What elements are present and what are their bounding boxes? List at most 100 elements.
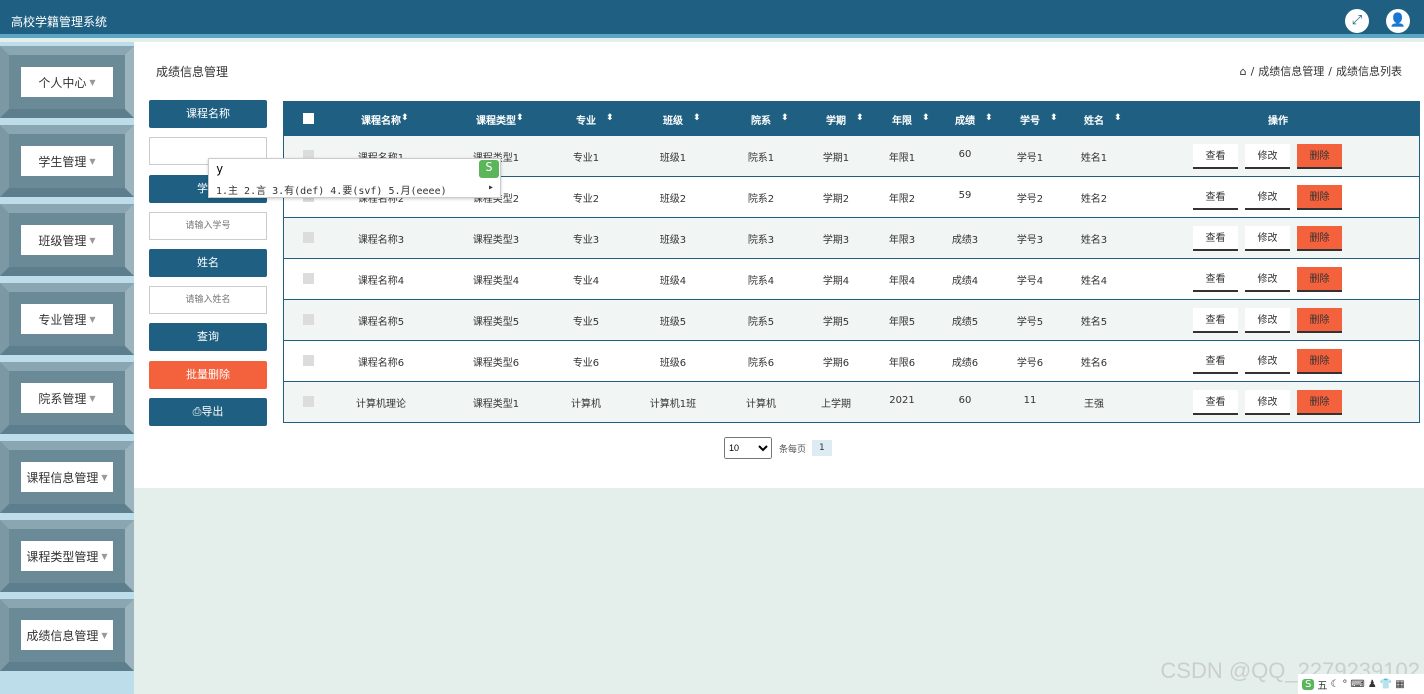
- sidebar-item-classes[interactable]: 班级管理 ▼: [0, 204, 134, 276]
- keyboard-icon[interactable]: ⌨: [1350, 679, 1364, 690]
- student-no-input[interactable]: [149, 212, 267, 240]
- delete-button[interactable]: 删除: [1297, 267, 1342, 292]
- table-cell: 计算机1班: [649, 399, 697, 410]
- table-cell: 课程类型5: [472, 317, 520, 328]
- view-button[interactable]: 查看: [1193, 267, 1238, 292]
- select-all-checkbox[interactable]: [303, 113, 314, 124]
- ime-mode[interactable]: 五: [1317, 677, 1327, 692]
- column-header[interactable]: 班级: [628, 112, 718, 127]
- view-button[interactable]: 查看: [1193, 308, 1238, 333]
- view-button[interactable]: 查看: [1193, 226, 1238, 251]
- column-header[interactable]: 专业: [541, 112, 631, 127]
- fullscreen-icon[interactable]: ⤢: [1345, 9, 1369, 33]
- punctuation-icon[interactable]: °: [1342, 679, 1347, 690]
- view-button[interactable]: 查看: [1193, 349, 1238, 374]
- batch-delete-button[interactable]: 批量删除: [149, 361, 267, 389]
- table-cell: 王强: [1084, 399, 1104, 410]
- user-icon[interactable]: ♟: [1368, 679, 1377, 690]
- delete-button[interactable]: 删除: [1297, 185, 1342, 210]
- edit-button[interactable]: 修改: [1245, 267, 1290, 292]
- export-button[interactable]: ⎙导出: [149, 398, 267, 426]
- sidebar-item-grades[interactable]: 成绩信息管理 ▼: [0, 599, 134, 671]
- sidebar-item-profile[interactable]: 个人中心 ▼: [0, 46, 134, 118]
- sort-icon[interactable]: ⬍: [1114, 113, 1122, 123]
- view-button[interactable]: 查看: [1193, 390, 1238, 415]
- per-page-label: 条每页: [779, 444, 807, 455]
- table-row: 课程名称3 课程类型3 专业3 班级3 院系3 学期3 年限3 成绩3 学号3 姓名3 查看 修改 删除: [284, 217, 1419, 258]
- ime-candidate-popup: y 1.主 2.言 3.有(def) 4.要(svf) 5.月(eeee) ▸ …: [208, 158, 501, 198]
- edit-button[interactable]: 修改: [1245, 390, 1290, 415]
- view-button[interactable]: 查看: [1193, 144, 1238, 169]
- view-button[interactable]: 查看: [1193, 185, 1238, 210]
- row-checkbox[interactable]: [303, 232, 314, 243]
- chevron-down-icon: ▼: [89, 77, 96, 87]
- row-checkbox[interactable]: [303, 273, 314, 284]
- page-title: 成绩信息管理: [156, 65, 229, 79]
- table-cell: 班级4: [659, 276, 687, 287]
- sort-icon[interactable]: ⬍: [401, 113, 409, 123]
- moon-icon[interactable]: ☾: [1330, 679, 1339, 690]
- table-cell: 姓名4: [1080, 276, 1108, 287]
- chevron-down-icon: ▼: [89, 156, 96, 166]
- delete-button[interactable]: 删除: [1297, 144, 1342, 169]
- ime-logo-icon[interactable]: S: [1302, 678, 1315, 690]
- table-cell: 专业2: [572, 194, 600, 205]
- sidebar-item-courses[interactable]: 课程信息管理 ▼: [0, 441, 134, 513]
- table-cell: 专业5: [572, 317, 600, 328]
- table-cell: 班级1: [659, 153, 687, 164]
- table-cell: 姓名2: [1080, 194, 1108, 205]
- user-icon[interactable]: 👤: [1386, 9, 1410, 33]
- sidebar-item-departments[interactable]: 院系管理 ▼: [0, 362, 134, 434]
- table-cell: 姓名5: [1080, 317, 1108, 328]
- column-header[interactable]: 姓名: [1049, 112, 1139, 127]
- table-cell: 课程类型1: [472, 399, 520, 410]
- sort-icon[interactable]: ⬍: [606, 113, 614, 123]
- sort-icon[interactable]: ⬍: [693, 113, 701, 123]
- row-checkbox[interactable]: [303, 396, 314, 407]
- name-label: 姓名: [149, 249, 267, 277]
- row-checkbox[interactable]: [303, 314, 314, 325]
- ime-input-text: y: [216, 162, 224, 176]
- table-cell: 姓名6: [1080, 358, 1108, 369]
- sidebar-item-course-types[interactable]: 课程类型管理 ▼: [0, 520, 134, 592]
- table-cell: 计算机理论: [356, 399, 406, 410]
- page-number[interactable]: 1: [812, 440, 832, 456]
- row-checkbox[interactable]: [303, 355, 314, 366]
- sort-icon[interactable]: ⬍: [516, 113, 524, 123]
- table-cell: 课程名称4: [357, 276, 405, 287]
- edit-button[interactable]: 修改: [1245, 226, 1290, 251]
- table-cell: 课程类型3: [472, 235, 520, 246]
- grid-icon[interactable]: ▦: [1395, 679, 1404, 690]
- delete-button[interactable]: 删除: [1297, 390, 1342, 415]
- table-cell: 专业3: [572, 235, 600, 246]
- sort-icon[interactable]: ⬍: [781, 113, 789, 123]
- column-header[interactable]: 课程类型: [451, 112, 541, 127]
- chevron-down-icon: ▼: [89, 235, 96, 245]
- sidebar-item-label: 个人中心: [38, 75, 87, 90]
- edit-button[interactable]: 修改: [1245, 144, 1290, 169]
- sidebar-item-label: 学生管理: [38, 154, 87, 169]
- next-page-icon[interactable]: ▸: [488, 182, 494, 193]
- search-button[interactable]: 查询: [149, 323, 267, 351]
- edit-button[interactable]: 修改: [1245, 185, 1290, 210]
- delete-button[interactable]: 删除: [1297, 226, 1342, 251]
- page-size-select[interactable]: 10: [724, 437, 772, 459]
- edit-button[interactable]: 修改: [1245, 308, 1290, 333]
- edit-button[interactable]: 修改: [1245, 349, 1290, 374]
- breadcrumb-item[interactable]: 成绩信息管理: [1258, 63, 1324, 79]
- chevron-down-icon: ▼: [101, 630, 108, 640]
- sidebar-item-majors[interactable]: 专业管理 ▼: [0, 283, 134, 355]
- ime-candidates[interactable]: 1.主 2.言 3.有(def) 4.要(svf) 5.月(eeee): [216, 182, 447, 197]
- column-header[interactable]: 课程名称: [336, 112, 426, 127]
- grades-table: 课程名称⬍课程类型⬍专业⬍班级⬍院系⬍学期⬍年限⬍成绩⬍学号⬍姓名⬍操作 课程名…: [283, 101, 1420, 423]
- home-icon[interactable]: ⌂: [1240, 65, 1247, 78]
- sidebar-item-students[interactable]: 学生管理 ▼: [0, 125, 134, 197]
- delete-button[interactable]: 删除: [1297, 308, 1342, 333]
- delete-button[interactable]: 删除: [1297, 349, 1342, 374]
- table-cell: 班级2: [659, 194, 687, 205]
- column-header: 操作: [1268, 116, 1288, 127]
- sidebar: 个人中心 ▼ 学生管理 ▼ 班级管理 ▼ 专业管理 ▼ 院系管理 ▼ 课程信息管理 ▼ 课程…: [0, 42, 134, 694]
- name-input[interactable]: [149, 286, 267, 314]
- skin-icon[interactable]: 👕: [1380, 679, 1392, 690]
- table-cell: 课程名称3: [357, 235, 405, 246]
